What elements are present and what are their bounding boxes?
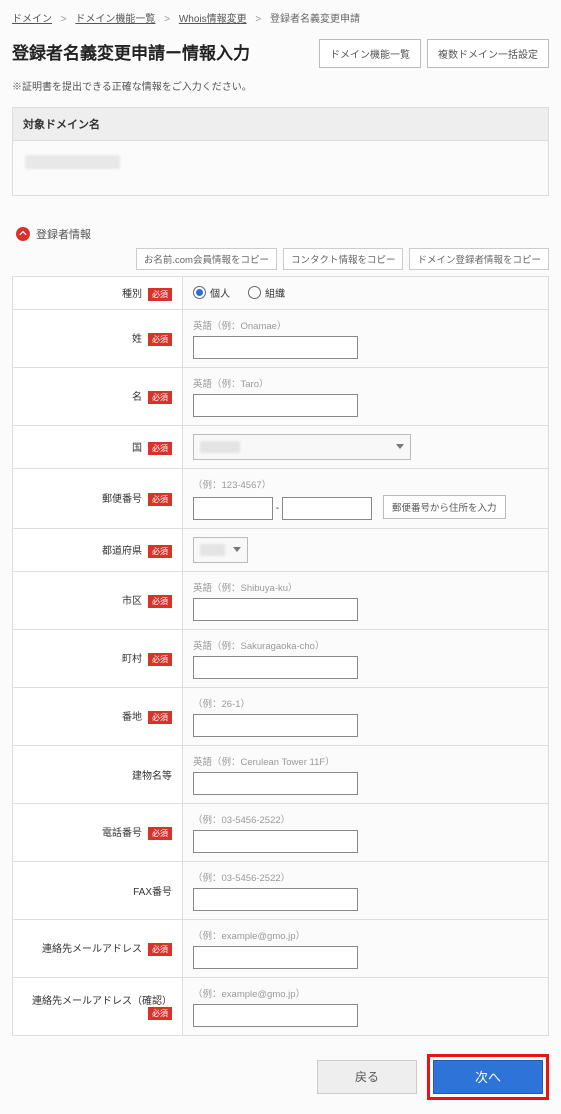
hint-city: 英語（例：Shibuya-ku）: [193, 580, 538, 594]
postal-input-1[interactable]: [193, 497, 273, 520]
breadcrumb-current: 登録者名義変更申請: [270, 14, 360, 25]
hint-firstname: 英語（例：Taro）: [193, 376, 538, 390]
label-town: 町村: [122, 654, 142, 665]
label-type: 種別: [122, 289, 142, 300]
country-value-redacted: [200, 441, 240, 453]
postal-lookup-button[interactable]: 郵便番号から住所を入力: [383, 495, 506, 519]
city-input[interactable]: [193, 598, 358, 621]
collapse-icon: [16, 227, 30, 241]
label-street: 番地: [122, 712, 142, 723]
hint-tel: （例：03-5456-2522）: [193, 812, 538, 826]
hint-email: （例：example@gmo.jp）: [193, 928, 538, 942]
next-button-highlight: 次へ: [427, 1054, 549, 1100]
target-domain-panel: 対象ドメイン名: [12, 107, 549, 196]
copy-domain-registrant-button[interactable]: ドメイン登録者情報をコピー: [409, 248, 549, 270]
label-city: 市区: [122, 596, 142, 607]
target-domain-heading: 対象ドメイン名: [13, 108, 548, 141]
label-fax: FAX番号: [133, 887, 172, 898]
hint-town: 英語（例：Sakuragaoka-cho）: [193, 638, 538, 652]
label-lastname: 姓: [132, 334, 142, 345]
tel-input[interactable]: [193, 830, 358, 853]
label-postal: 郵便番号: [102, 494, 142, 505]
label-building: 建物名等: [132, 771, 172, 782]
section-registrant-title[interactable]: 登録者情報: [16, 226, 549, 242]
radio-organization[interactable]: 組織: [248, 285, 285, 300]
lastname-input[interactable]: [193, 336, 358, 359]
town-input[interactable]: [193, 656, 358, 679]
radio-icon: [193, 286, 206, 299]
label-pref: 都道府県: [102, 546, 142, 557]
radio-individual[interactable]: 個人: [193, 285, 230, 300]
back-button[interactable]: 戻る: [317, 1060, 417, 1094]
hint-building: 英語（例：Cerulean Tower 11F）: [193, 754, 538, 768]
breadcrumb-item[interactable]: ドメイン機能一覧: [75, 14, 155, 25]
hint-postal: （例：123-4567）: [193, 477, 538, 491]
fax-input[interactable]: [193, 888, 358, 911]
country-select[interactable]: [193, 434, 411, 460]
bulk-domain-settings-button[interactable]: 複数ドメイン一括設定: [427, 39, 549, 68]
street-input[interactable]: [193, 714, 358, 737]
pref-value-redacted: [200, 544, 225, 556]
chevron-down-icon: [396, 444, 404, 449]
registrant-form: 種別必須 個人 組織 姓必須 英語（例：Onamae）: [12, 276, 549, 1036]
label-country: 国: [132, 443, 142, 454]
postal-input-2[interactable]: [282, 497, 372, 520]
label-tel: 電話番号: [102, 828, 142, 839]
firstname-input[interactable]: [193, 394, 358, 417]
hint-email-confirm: （例：example@gmo.jp）: [193, 986, 538, 1000]
label-firstname: 名: [132, 392, 142, 403]
copy-onamae-button[interactable]: お名前.com会員情報をコピー: [136, 248, 277, 270]
chevron-down-icon: [233, 547, 241, 552]
label-email: 連絡先メールアドレス: [42, 944, 142, 955]
required-badge: 必須: [148, 288, 172, 301]
radio-icon: [248, 286, 261, 299]
building-input[interactable]: [193, 772, 358, 795]
breadcrumb-item[interactable]: Whois情報変更: [179, 14, 247, 25]
page-title: 登録者名義変更申請ー情報入力: [12, 39, 250, 64]
label-email-confirm: 連絡先メールアドレス（確認）: [32, 996, 172, 1007]
prefecture-select[interactable]: [193, 537, 248, 563]
next-button[interactable]: 次へ: [433, 1060, 543, 1094]
email-input[interactable]: [193, 946, 358, 969]
breadcrumb: ドメイン > ドメイン機能一覧 > Whois情報変更 > 登録者名義変更申請: [12, 10, 549, 25]
email-confirm-input[interactable]: [193, 1004, 358, 1027]
target-domain-value-redacted: [25, 155, 120, 169]
hint-lastname: 英語（例：Onamae）: [193, 318, 538, 332]
hint-street: （例：26-1）: [193, 696, 538, 710]
copy-contact-button[interactable]: コンタクト情報をコピー: [283, 248, 404, 270]
form-note: ※証明書を提出できる正確な情報をご入力ください。: [12, 78, 549, 93]
breadcrumb-item[interactable]: ドメイン: [12, 14, 52, 25]
domain-function-list-button[interactable]: ドメイン機能一覧: [319, 39, 421, 68]
hint-fax: （例：03-5456-2522）: [193, 870, 538, 884]
